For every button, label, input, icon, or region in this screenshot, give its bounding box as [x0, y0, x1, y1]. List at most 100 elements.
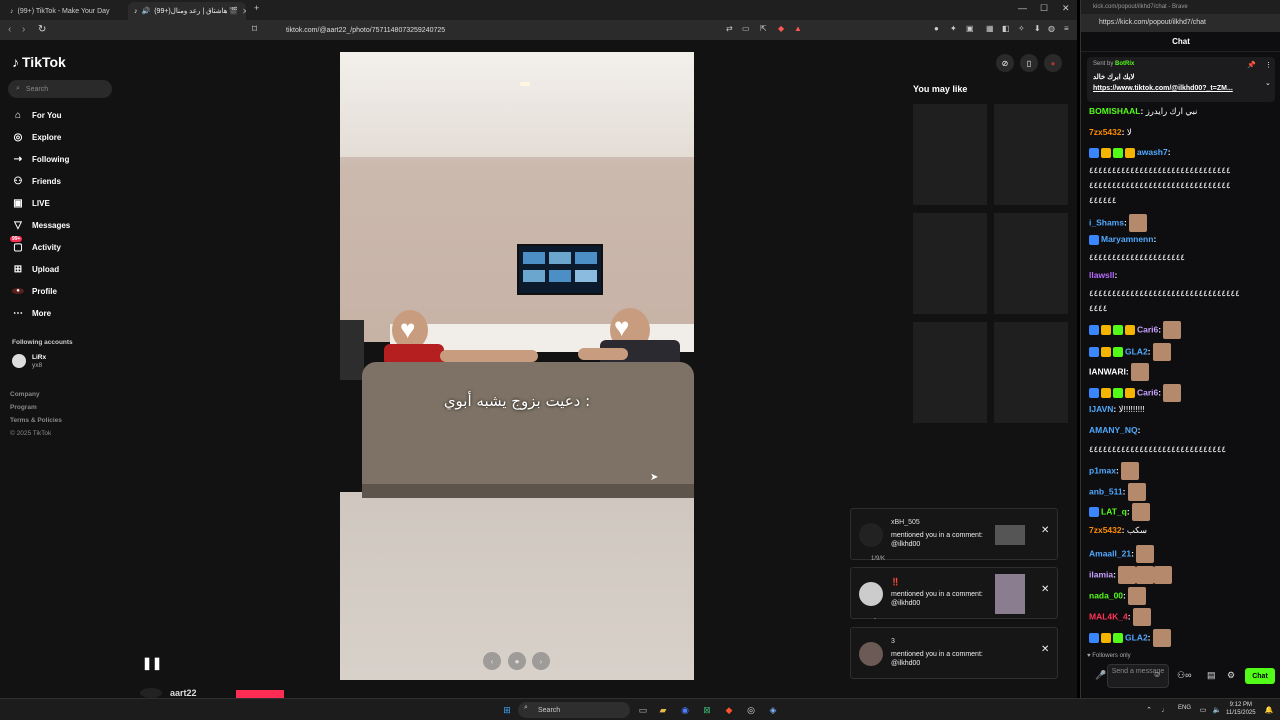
nav-more[interactable]: ⋯ More	[12, 305, 51, 321]
task-view-icon[interactable]: ▭	[636, 703, 650, 717]
tabs-icon[interactable]: ▦	[986, 24, 994, 33]
chat-username[interactable]: 7zx5432	[1089, 127, 1122, 137]
prev-photo-button[interactable]: ‹	[483, 652, 501, 670]
chat-username[interactable]: GLA2	[1125, 346, 1148, 356]
new-tab-icon[interactable]: +	[254, 3, 259, 13]
mic-tray-icon[interactable]: ♩	[1158, 703, 1172, 717]
menu-icon[interactable]: ≡	[1064, 24, 1069, 33]
forward-icon[interactable]: ›	[22, 24, 25, 35]
downloads-icon[interactable]: ⬇	[1034, 24, 1041, 33]
brave-shield-icon[interactable]: ◆	[778, 24, 784, 33]
volume-icon[interactable]: 🔈	[1210, 703, 1224, 717]
avatar[interactable]	[12, 354, 26, 368]
suggested-thumbnail[interactable]	[994, 213, 1068, 314]
users-icon[interactable]: ⚇∞	[1177, 670, 1191, 681]
brave-rewards-icon[interactable]: ▲	[794, 24, 802, 33]
next-photo-button[interactable]: ›	[532, 652, 550, 670]
pinned-message[interactable]: Sent by BotRix لايك ابرك خالد https://ww…	[1087, 57, 1275, 102]
nav-friends[interactable]: ⚇ Friends	[12, 173, 61, 189]
language-indicator[interactable]: ENG	[1178, 705, 1191, 711]
following-account[interactable]: LiRx yx8	[32, 354, 46, 370]
close-icon[interactable]: ✕	[1041, 584, 1049, 595]
taskbar-clock[interactable]: 9:12 PM 11/15/2025	[1226, 701, 1256, 717]
brave-browser-icon[interactable]: ◆	[722, 703, 736, 717]
suggested-thumbnail[interactable]	[913, 322, 987, 423]
profile-avatar-icon[interactable]: ●	[1044, 54, 1062, 72]
close-icon[interactable]: ✕	[1041, 525, 1049, 536]
photo-post[interactable]: ♥ ♥ دعيت بزوج يشبه أبوي : ‹ ● ›	[340, 52, 694, 680]
suggested-thumbnail[interactable]	[994, 104, 1068, 205]
nav-upload[interactable]: ⊞ Upload	[12, 261, 59, 277]
creator-name[interactable]: aart22	[170, 688, 197, 698]
cast-icon[interactable]: ⇄	[726, 24, 733, 33]
wallet-icon[interactable]: ▣	[966, 24, 974, 33]
bookmark-icon[interactable]: ⌑	[252, 24, 257, 35]
chat-username[interactable]: GLA2	[1125, 632, 1148, 642]
chat-username[interactable]: 7zx5432	[1089, 525, 1122, 535]
phone-icon[interactable]: ▯	[1020, 54, 1038, 72]
share-icon[interactable]: ⇱	[760, 24, 767, 33]
reload-icon[interactable]: ↻	[38, 24, 46, 35]
discord-icon[interactable]: ◉	[678, 703, 692, 717]
more-options-icon[interactable]: ⋮	[1265, 61, 1272, 69]
close-icon[interactable]: ✕	[1041, 644, 1049, 655]
chat-username[interactable]: p1max	[1089, 465, 1116, 475]
close-window-icon[interactable]: ✕	[1062, 3, 1070, 14]
back-icon[interactable]: ‹	[8, 24, 11, 35]
footer-terms[interactable]: Terms & Policies	[10, 417, 62, 424]
footer-company[interactable]: Company	[10, 391, 40, 398]
nav-profile[interactable]: ● Profile	[12, 283, 57, 299]
windows-start-icon[interactable]: ⊞	[500, 703, 514, 717]
pinned-link[interactable]: https://www.tiktok.com/@ilkhd00?_t=ZM...	[1093, 85, 1233, 92]
tab-active[interactable]: ♪ 🔊 (99+)هاشتاق | رعد ومنال 🎬 ✕	[128, 2, 246, 20]
chat-username[interactable]: LAT_q	[1101, 506, 1127, 516]
settings-gear-icon[interactable]: ⚙	[1227, 670, 1235, 681]
suggested-thumbnail[interactable]	[994, 322, 1068, 423]
chat-username[interactable]: Cari6	[1137, 324, 1158, 334]
pause-button[interactable]: ❚❚	[142, 656, 162, 670]
follow-button[interactable]	[236, 690, 284, 698]
maximize-icon[interactable]: ☐	[1040, 3, 1048, 14]
footer-program[interactable]: Program	[10, 404, 37, 411]
nav-messages[interactable]: ▽ Messages	[12, 217, 70, 233]
emoji-icon[interactable]: ☺	[1153, 670, 1161, 679]
tiktok-logo[interactable]: ♪ TikTok	[12, 54, 66, 70]
microphone-icon[interactable]: 🎤	[1095, 670, 1106, 681]
suggested-thumbnail[interactable]	[913, 104, 987, 205]
chat-username[interactable]: Cari6	[1137, 387, 1158, 397]
chat-username[interactable]: AMANY_NQ	[1089, 425, 1138, 435]
nav-following[interactable]: ⇢ Following	[12, 151, 70, 167]
chevron-up-icon[interactable]: ⌃	[1142, 703, 1156, 717]
chat-username[interactable]: Amaall_21	[1089, 548, 1131, 558]
chrome-icon[interactable]: ◎	[744, 703, 758, 717]
chat-username[interactable]: IANWARI	[1089, 366, 1126, 376]
pin-icon[interactable]: 📌	[1247, 61, 1256, 69]
close-tab-icon[interactable]: ✕	[242, 7, 246, 16]
chat-username[interactable]: IJAVN	[1089, 404, 1113, 414]
notification-card[interactable]: 3 mentioned you in a comment: @ilkhd00 ✕	[850, 627, 1058, 679]
send-chat-button[interactable]: Chat	[1245, 668, 1275, 684]
tab-tiktok[interactable]: ♪ (99+) TikTok - Make Your Day	[4, 2, 128, 20]
notification-bell-icon[interactable]: 🔔	[1262, 703, 1276, 717]
file-explorer-icon[interactable]: ▰	[656, 703, 670, 717]
vpn-icon[interactable]: ◍	[1048, 24, 1055, 33]
taskbar-search[interactable]: ⌕ Search	[518, 702, 630, 718]
photo-dot-indicator[interactable]: ●	[508, 652, 526, 670]
notification-card[interactable]: ‼️ mentioned you in a comment: @ilkhd00 …	[850, 567, 1058, 619]
steam-icon[interactable]: ◈	[766, 703, 780, 717]
chat-username[interactable]: i_Shams	[1089, 217, 1124, 227]
extension-icon[interactable]: ●	[934, 24, 939, 33]
chat-username[interactable]: nada_00	[1089, 590, 1123, 600]
puzzle-icon[interactable]: ✦	[950, 24, 957, 33]
nav-for-you[interactable]: ⌂ For You	[12, 107, 62, 123]
nav-explore[interactable]: ◎ Explore	[12, 129, 62, 145]
display-icon[interactable]: ▭	[1196, 703, 1210, 717]
creator-avatar[interactable]	[140, 688, 162, 698]
search-input[interactable]: ⌕ Search	[8, 80, 112, 98]
minimize-icon[interactable]: —	[1018, 3, 1027, 13]
nav-activity[interactable]: ▢ 99+ Activity	[10, 235, 61, 255]
suggested-thumbnail[interactable]	[913, 213, 987, 314]
chat-url-field[interactable]: https://kick.com/popout/ilkhd7/chat	[1081, 14, 1280, 32]
chat-username[interactable]: MAL4K_4	[1089, 611, 1128, 621]
chevron-down-icon[interactable]: ⌄	[1265, 79, 1271, 87]
